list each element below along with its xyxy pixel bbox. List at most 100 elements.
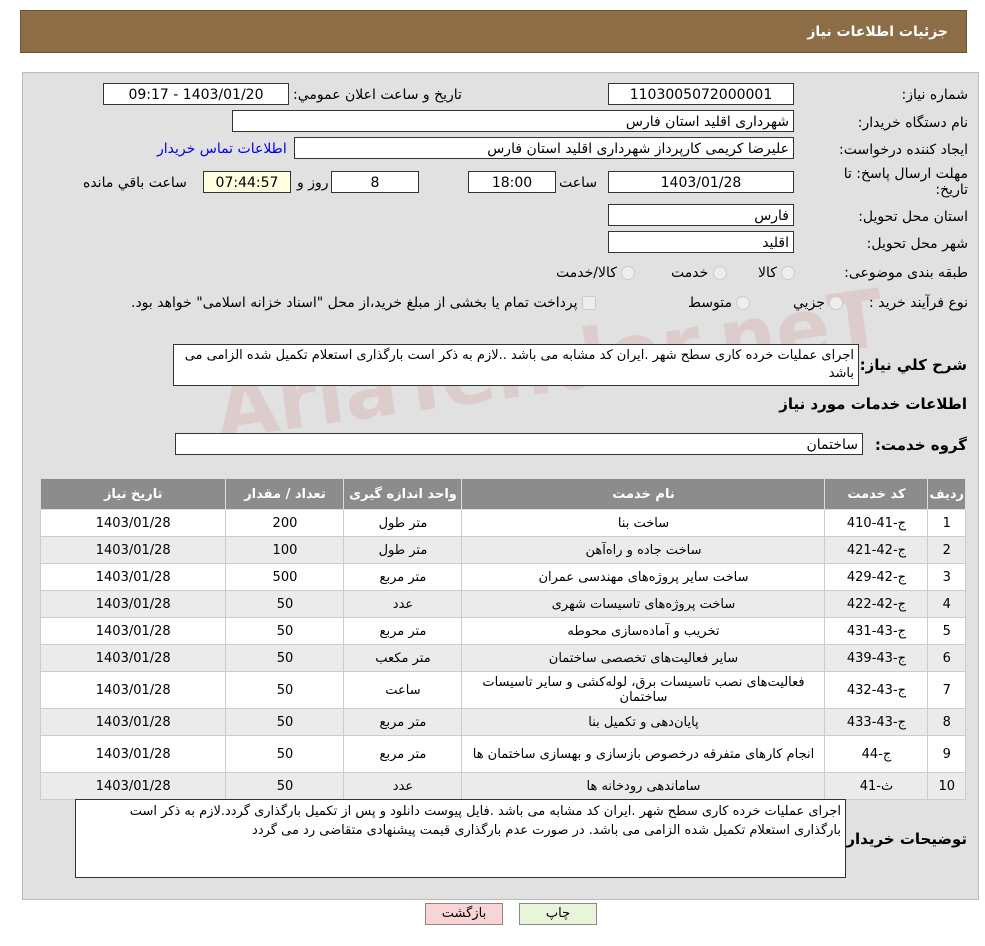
unit: متر مکعب	[343, 644, 463, 672]
category-label: طبقه بندی موضوعی:	[844, 265, 968, 281]
service-code: ج-43-433	[824, 708, 929, 736]
need-date: 1403/01/28	[39, 536, 227, 564]
need-date: 1403/01/28	[39, 509, 227, 537]
announce-label: تاریخ و ساعت اعلان عمومي:	[293, 87, 462, 103]
summary-textarea[interactable]: اجرای عملیات خرده کاری سطح شهر .ایران کد…	[173, 344, 859, 386]
unit: متر طول	[343, 536, 463, 564]
quantity: 200	[225, 509, 345, 537]
need-date: 1403/01/28	[39, 708, 227, 736]
table-header-row: ردیف کد خدمت نام خدمت واحد اندازه گیری ت…	[39, 478, 966, 510]
need-date: 1403/01/28	[39, 772, 227, 800]
page-header: جزئیات اطلاعات نیاز	[20, 10, 967, 53]
summary-label: شرح كلي نیاز:	[859, 356, 967, 374]
quantity: 50	[225, 617, 345, 645]
service-name: فعالیت‌های نصب تاسیسات برق، لوله‌کشی و س…	[461, 671, 826, 709]
need-date: 1403/01/28	[39, 644, 227, 672]
service-name: ساماندهی رودخانه ها	[461, 772, 826, 800]
row-number: 10	[927, 772, 966, 800]
quantity: 50	[225, 772, 345, 800]
print-button[interactable]: چاپ	[519, 903, 597, 925]
quantity: 50	[225, 671, 345, 709]
service-name: سایر فعالیت‌های تخصصی ساختمان	[461, 644, 826, 672]
service-code: ج-42-422	[824, 590, 929, 618]
service-name: ساخت بنا	[461, 509, 826, 537]
buyer-field: شهرداری اقلید استان فارس	[232, 110, 794, 132]
row-number: 6	[927, 644, 966, 672]
col-name: نام خدمت	[461, 478, 826, 510]
back-button[interactable]: بازگشت	[425, 903, 503, 925]
unit: ساعت	[343, 671, 463, 709]
unit: عدد	[343, 590, 463, 618]
service-name: ساخت سایر پروژه‌های مهندسی عمران	[461, 563, 826, 591]
checkbox-icon[interactable]	[581, 296, 596, 310]
category-option-service[interactable]: خدمت	[671, 265, 727, 281]
radio-icon[interactable]	[712, 266, 727, 280]
deadline-date-field: 1403/01/28	[608, 171, 794, 193]
table-row: 8 ج-43-433 پایان‌دهی و تکمیل بنا متر مربع 50…	[39, 708, 966, 736]
need-date: 1403/01/28	[39, 563, 227, 591]
service-code: ج-43-432	[824, 671, 929, 709]
province-label: استان محل تحویل:	[858, 209, 968, 225]
row-number: 4	[927, 590, 966, 618]
buyer-notes-label: توضیحات خریدار:	[840, 830, 967, 848]
service-name: ساخت پروژه‌های تاسیسات شهری	[461, 590, 826, 618]
radio-icon[interactable]	[829, 296, 844, 310]
service-group-label: گروه خدمت:	[874, 436, 967, 454]
process-option-minor[interactable]: جزيي	[793, 295, 844, 311]
service-group-field: ساختمان	[175, 433, 863, 455]
creator-label: ایجاد کننده درخواست:	[839, 142, 968, 158]
unit: متر مربع	[343, 617, 463, 645]
category-option-goods[interactable]: کالا	[758, 265, 796, 281]
need-date: 1403/01/28	[39, 590, 227, 618]
province-field: فارس	[608, 204, 794, 226]
payment-option[interactable]: پرداخت تمام یا بخشی از مبلغ خرید،از محل …	[131, 295, 596, 311]
col-row: ردیف	[927, 478, 966, 510]
row-number: 1	[927, 509, 966, 537]
quantity: 50	[225, 708, 345, 736]
need-number-label: شماره نیاز:	[901, 87, 969, 103]
quantity: 500	[225, 563, 345, 591]
table-row: 1 ج-41-410 ساخت بنا متر طول 200 1403/01/28	[39, 509, 966, 537]
quantity: 50	[225, 644, 345, 672]
radio-icon[interactable]	[621, 266, 636, 280]
service-code: ج-41-410	[824, 509, 929, 537]
row-number: 9	[927, 735, 966, 773]
creator-field: علیرضا کریمی کارپرداز شهرداری اقلید استا…	[294, 137, 794, 159]
radio-icon[interactable]	[736, 296, 751, 310]
service-code: ث-41	[824, 772, 929, 800]
unit: متر مربع	[343, 735, 463, 773]
col-qty: تعداد / مقدار	[225, 478, 345, 510]
quantity: 100	[225, 536, 345, 564]
buyer-label: نام دستگاه خریدار:	[857, 115, 968, 131]
quantity: 50	[225, 735, 345, 773]
table-row: 2 ج-42-421 ساخت جاده و راه‌آهن متر طول 100 14…	[39, 536, 966, 564]
row-number: 5	[927, 617, 966, 645]
city-label: شهر محل تحویل:	[866, 236, 968, 252]
need-number-field: 1103005072000001	[608, 83, 794, 105]
row-number: 2	[927, 536, 966, 564]
category-option-both[interactable]: کالا/خدمت	[556, 265, 636, 281]
need-date: 1403/01/28	[39, 617, 227, 645]
service-code: ج-44	[824, 735, 929, 773]
buyer-contact-link[interactable]: اطلاعات تماس خریدار	[157, 141, 287, 157]
col-unit: واحد اندازه گیری	[343, 478, 463, 510]
days-field: 8	[331, 171, 419, 193]
table-row: 3 ج-42-429 ساخت سایر پروژه‌های مهندسی عمرا…	[39, 563, 966, 591]
remaining-time-field: 07:44:57	[203, 171, 291, 193]
table-row: 5 ج-43-431 تخریب و آماده‌سازی محوطه متر مرب…	[39, 617, 966, 645]
radio-icon[interactable]	[781, 266, 796, 280]
service-code: ج-43-439	[824, 644, 929, 672]
unit: عدد	[343, 772, 463, 800]
remaining-label: ساعت باقي مانده	[83, 175, 187, 191]
unit: متر طول	[343, 509, 463, 537]
service-name: پایان‌دهی و تکمیل بنا	[461, 708, 826, 736]
service-name: تخریب و آماده‌سازی محوطه	[461, 617, 826, 645]
city-field: اقلید	[608, 231, 794, 253]
process-option-medium[interactable]: متوسط	[688, 295, 751, 311]
row-number: 8	[927, 708, 966, 736]
buyer-notes-textarea[interactable]: اجرای عملیات خرده کاری سطح شهر .ایران کد…	[75, 799, 846, 878]
table-row: 4 ج-42-422 ساخت پروژه‌های تاسیسات شهری عدد 5…	[39, 590, 966, 618]
col-code: کد خدمت	[824, 478, 929, 510]
announce-field: 1403/01/20 - 09:17	[103, 83, 289, 105]
table-row: 7 ج-43-432 فعالیت‌های نصب تاسیسات برق، لول…	[39, 671, 966, 709]
